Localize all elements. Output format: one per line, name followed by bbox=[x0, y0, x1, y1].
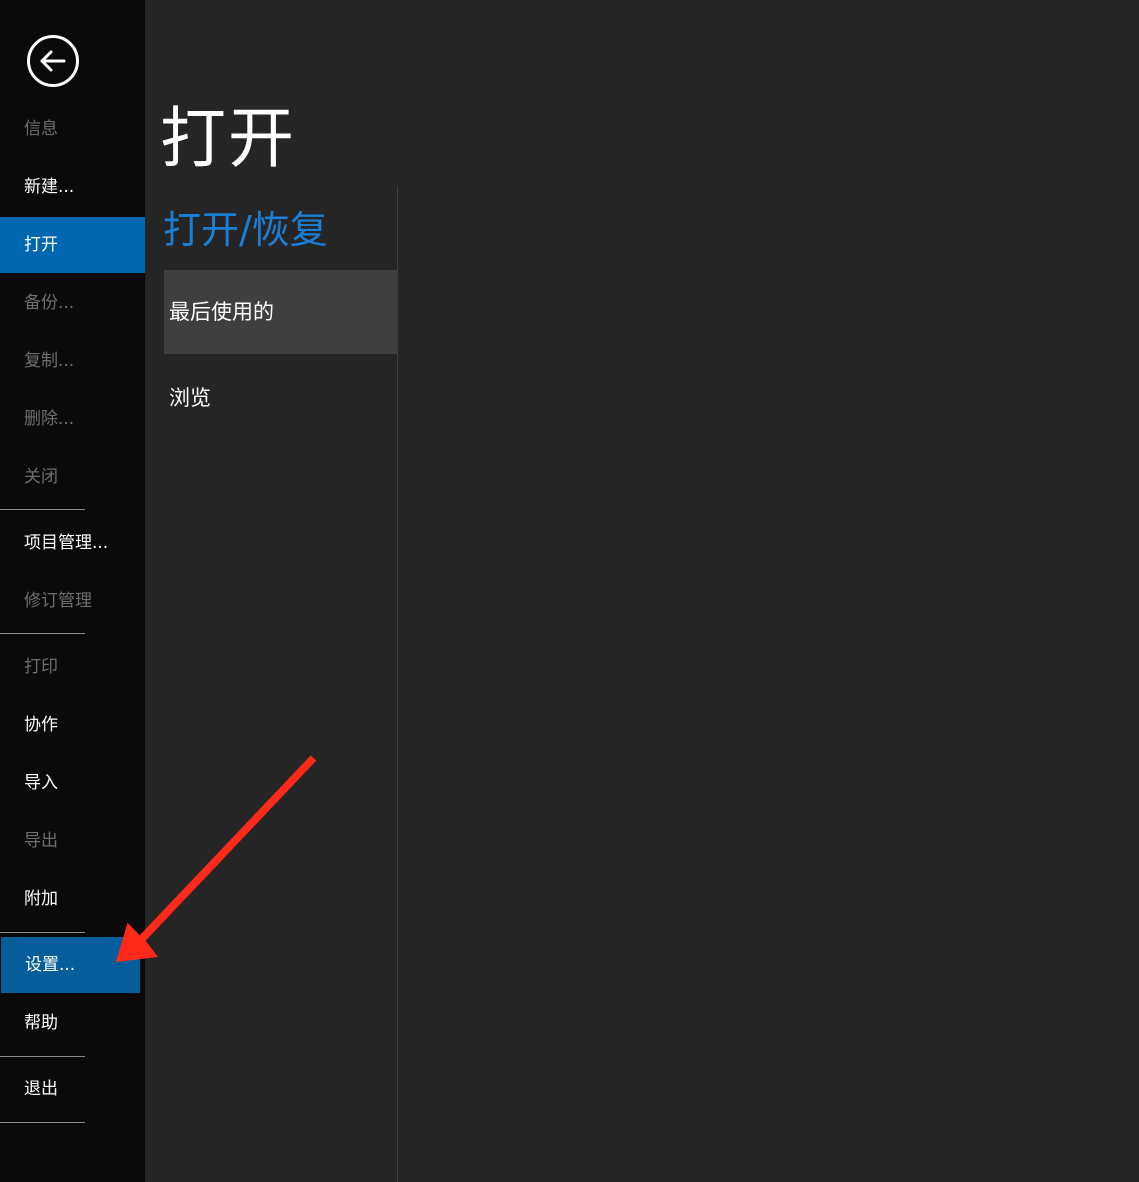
nav-item-exit[interactable]: 退出 bbox=[0, 1061, 145, 1117]
panel-divider bbox=[397, 186, 398, 1182]
nav-divider bbox=[0, 1122, 85, 1123]
open-option-browse[interactable]: 浏览 bbox=[164, 356, 397, 440]
nav-item-collaborate[interactable]: 协作 bbox=[0, 697, 145, 753]
nav-item-import[interactable]: 导入 bbox=[0, 755, 145, 811]
file-backstage: 信息 新建... 打开 备份... 复制... 删除... 关闭 项目管理...… bbox=[0, 0, 1139, 1182]
back-arrow-icon[interactable] bbox=[27, 35, 79, 87]
open-option-recent[interactable]: 最后使用的 bbox=[164, 270, 397, 354]
nav-item-export[interactable]: 导出 bbox=[0, 813, 145, 869]
page-title: 打开 bbox=[160, 100, 296, 177]
nav-item-project-management[interactable]: 项目管理... bbox=[0, 515, 145, 571]
nav-item-backup[interactable]: 备份... bbox=[0, 275, 145, 331]
nav-item-open[interactable]: 打开 bbox=[0, 217, 145, 273]
nav-item-delete[interactable]: 删除... bbox=[0, 391, 145, 447]
nav-divider bbox=[0, 932, 85, 933]
backstage-nav: 信息 新建... 打开 备份... 复制... 删除... 关闭 项目管理...… bbox=[0, 0, 145, 1182]
nav-item-print[interactable]: 打印 bbox=[0, 639, 145, 695]
nav-item-revision-management[interactable]: 修订管理 bbox=[0, 573, 145, 629]
nav-item-settings[interactable]: 设置... bbox=[1, 937, 140, 993]
nav-item-new[interactable]: 新建... bbox=[0, 159, 145, 215]
nav-item-help[interactable]: 帮助 bbox=[0, 995, 145, 1051]
nav-item-addins[interactable]: 附加 bbox=[0, 871, 145, 927]
nav-item-info[interactable]: 信息 bbox=[0, 101, 145, 157]
nav-item-copy[interactable]: 复制... bbox=[0, 333, 145, 389]
nav-divider bbox=[0, 1056, 85, 1057]
nav-divider bbox=[0, 633, 85, 634]
nav-divider bbox=[0, 509, 85, 510]
nav-item-close[interactable]: 关闭 bbox=[0, 449, 145, 505]
section-title: 打开/恢复 bbox=[163, 208, 328, 252]
